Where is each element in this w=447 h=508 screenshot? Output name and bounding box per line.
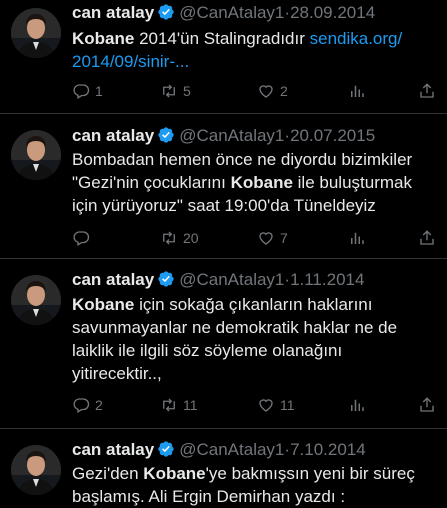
tweet-text: Kobane için sokağa çıkanların haklarını … [72,293,440,385]
like-count: 2 [280,83,288,99]
retweet-icon [160,229,178,247]
tweet-header: can atalay @CanAtalay1·7.10.2014 [72,438,366,462]
reply-icon [72,229,90,247]
display-name[interactable]: can atalay [72,126,154,145]
highlight-term: Kobane [72,295,135,314]
reply-count: 1 [95,83,103,99]
share-icon [418,229,436,247]
tweet-text: Bombadan hemen önce ne diyordu bizimkile… [72,148,440,217]
tweet-date[interactable]: 20.07.2015 [290,126,375,145]
tweet-actions: 1 5 2 [72,80,440,102]
user-handle[interactable]: @CanAtalay1 [179,440,284,459]
retweet-icon [160,82,178,100]
like-icon [257,82,275,100]
tweet-text: Gezi'den Kobane'ye bakmışsın yeni bir sü… [72,462,440,508]
tweet-actions: 2 11 11 [72,394,440,416]
verified-badge-icon [157,126,175,144]
retweet-count: 20 [183,230,199,246]
highlight-term: Kobane [143,464,206,483]
verified-badge-icon [157,3,175,21]
like-icon [257,396,275,414]
like-button[interactable]: 11 [257,394,295,416]
reply-count: 2 [95,397,103,413]
reply-button[interactable] [72,227,95,249]
user-handle[interactable]: @CanAtalay1 [179,3,284,22]
like-count: 11 [280,397,295,413]
tweet-header: can atalay @CanAtalay1·20.07.2015 [72,124,375,148]
views-icon [348,229,366,247]
highlight-term: Kobane [72,29,135,48]
verified-badge-icon [157,270,175,288]
tweet-actions: 20 7 [72,227,440,249]
display-name[interactable]: can atalay [72,440,154,459]
tweet-date[interactable]: 1.11.2014 [290,270,364,289]
views-button[interactable] [348,80,366,102]
like-icon [257,229,275,247]
tweet-text: Kobane 2014'ün Stalingradıdır sendika.or… [72,27,440,73]
tweet-text-segment: Gezi'den [72,464,144,483]
reply-icon [72,396,90,414]
share-button[interactable] [418,394,436,416]
views-icon [348,82,366,100]
views-icon [348,396,366,414]
retweet-button[interactable]: 11 [160,394,198,416]
views-button[interactable] [348,394,366,416]
retweet-icon [160,396,178,414]
like-button[interactable]: 7 [257,227,288,249]
tweet-text-segment: 2014'ün Stalingradıdır [134,29,310,48]
user-handle[interactable]: @CanAtalay1 [179,270,284,289]
display-name[interactable]: can atalay [72,270,154,289]
retweet-count: 11 [183,397,198,413]
share-icon [418,82,436,100]
avatar[interactable] [11,8,61,58]
tweet-divider [0,258,447,259]
share-icon [418,396,436,414]
retweet-count: 5 [183,83,191,99]
share-button[interactable] [418,227,436,249]
avatar[interactable] [11,275,61,325]
tweet-divider [0,428,447,429]
avatar[interactable] [11,130,61,180]
tweet-divider [0,113,447,114]
verified-badge-icon [157,440,175,458]
tweet-header: can atalay @CanAtalay1·1.11.2014 [72,268,364,292]
tweet-date[interactable]: 7.10.2014 [290,440,366,459]
reply-button[interactable]: 1 [72,80,103,102]
like-count: 7 [280,230,288,246]
share-button[interactable] [418,80,436,102]
retweet-button[interactable]: 20 [160,227,199,249]
reply-icon [72,82,90,100]
reply-button[interactable]: 2 [72,394,103,416]
like-button[interactable]: 2 [257,80,288,102]
highlight-term: Kobane [230,173,293,192]
retweet-button[interactable]: 5 [160,80,191,102]
views-button[interactable] [348,227,366,249]
user-handle[interactable]: @CanAtalay1 [179,126,284,145]
display-name[interactable]: can atalay [72,3,154,22]
tweet-date[interactable]: 28.09.2014 [290,3,375,22]
tweet-header: can atalay @CanAtalay1·28.09.2014 [72,1,375,25]
avatar[interactable] [11,445,61,495]
